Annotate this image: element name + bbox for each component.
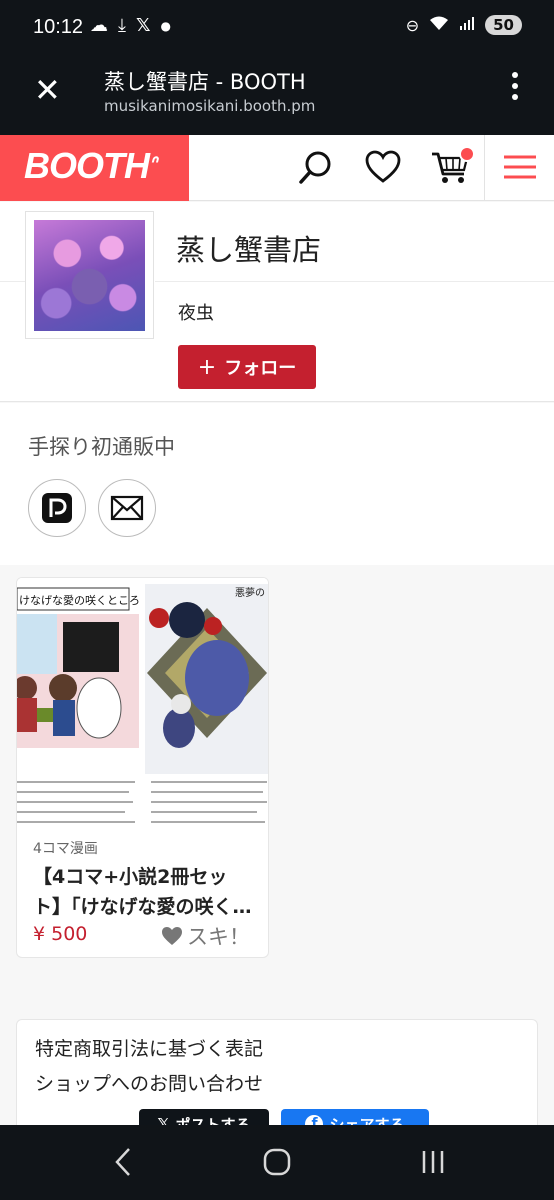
status-time: 10:12 — [33, 16, 84, 38]
download-icon: ⤓ — [118, 15, 126, 36]
share-facebook-button[interactable]: f シェアする — [281, 1109, 429, 1125]
share-facebook-label: シェアする — [329, 1115, 405, 1126]
like-button[interactable]: スキ！ — [161, 921, 250, 951]
contact-link[interactable]: ショップへのお問い合わせ — [35, 1069, 263, 1096]
shop-tagline: 手探り初通販中 — [28, 435, 175, 459]
item-thumbnail[interactable]: けなげな愛の咲くところ 悪夢の — [17, 578, 268, 830]
item-price: ¥ 500 — [33, 923, 88, 945]
booth-logo-text: BOOTH — [24, 145, 150, 186]
search-icon[interactable] — [294, 145, 338, 189]
custom-tab-toolbar: ✕ 蒸し蟹書店 - BOOTH musikanimosikani.booth.p… — [0, 56, 554, 135]
home-icon[interactable] — [262, 1145, 292, 1179]
heart-icon — [162, 927, 182, 945]
heart-icon[interactable] — [361, 145, 405, 189]
follow-label: フォロー — [224, 358, 297, 379]
x-logo-icon: 𝕏 — [135, 15, 151, 36]
status-system-icons: ⊖ 50 — [406, 15, 522, 35]
x-logo-icon: 𝕏 — [157, 1115, 170, 1125]
shop-description: 手探り初通販中 — [0, 403, 554, 565]
status-bar: 10:12 ☁ ⤓ 𝕏 ● ⊖ 50 — [0, 0, 554, 56]
close-icon[interactable]: ✕ — [34, 74, 61, 106]
item-category[interactable]: 4コマ漫画 — [33, 838, 98, 858]
dnd-icon: ⊖ — [405, 15, 420, 35]
tab-page-title: 蒸し蟹書店 - BOOTH — [104, 70, 306, 94]
facebook-icon: f — [305, 1115, 324, 1125]
shop-owner[interactable]: 夜虫 — [178, 299, 214, 325]
header-divider — [484, 135, 485, 201]
wifi-icon — [429, 15, 449, 35]
follow-button[interactable]: + フォロー — [178, 345, 316, 389]
dot-icon: ● — [160, 18, 171, 33]
cat-icon: ᐢ — [149, 153, 157, 175]
shop-avatar-image — [34, 220, 145, 331]
shop-avatar — [25, 211, 154, 339]
hamburger-menu-icon[interactable] — [498, 145, 542, 189]
shop-profile: 蒸し蟹書店 夜虫 + フォロー — [0, 202, 554, 402]
more-options-icon[interactable] — [512, 72, 520, 105]
shop-name: 蒸し蟹書店 — [176, 233, 322, 267]
share-x-label: ポストする — [175, 1115, 251, 1126]
signal-icon — [459, 15, 475, 35]
recent-apps-icon[interactable] — [418, 1145, 448, 1179]
item-card[interactable]: けなげな愛の咲くところ 悪夢の 4コマ漫画 【4コマ+小説2冊セッ ト】「けなげ… — [16, 577, 269, 958]
pixiv-icon — [42, 493, 72, 523]
tab-url: musikanimosikani.booth.pm — [104, 97, 316, 115]
item-title-line1: 【4コマ+小説2冊セッ — [33, 866, 228, 888]
mail-icon — [110, 495, 144, 521]
cart-badge — [459, 146, 475, 162]
booth-header: BOOTHᐢ — [0, 135, 554, 201]
item-title-line2: ト】「けなげな愛の咲く… — [33, 896, 252, 918]
legal-notice-link[interactable]: 特定商取引法に基づく表記 — [35, 1034, 263, 1061]
item-image-caption-2: 悪夢の — [235, 586, 265, 599]
like-label: スキ！ — [187, 925, 250, 949]
system-navigation-bar — [0, 1125, 554, 1200]
booth-logo[interactable]: BOOTHᐢ — [0, 135, 189, 201]
cloud-icon: ☁ — [90, 15, 108, 36]
battery-indicator: 50 — [485, 15, 522, 35]
share-x-button[interactable]: 𝕏 ポストする — [139, 1109, 269, 1125]
page-content: BOOTHᐢ 蒸し蟹書店 夜虫 + フォロー 手探り初通販中 けなげな愛の咲くと… — [0, 135, 554, 1125]
divider — [155, 281, 554, 282]
item-title[interactable]: 【4コマ+小説2冊セッ ト】「けなげな愛の咲く… — [33, 862, 261, 922]
pixiv-link[interactable] — [28, 479, 86, 537]
divider — [0, 281, 25, 282]
status-notification-icons: ☁ ⤓ 𝕏 ● — [90, 15, 171, 36]
plus-icon: + — [197, 354, 217, 380]
shop-footer: 特定商取引法に基づく表記 ショップへのお問い合わせ 𝕏 ポストする f シェアす… — [16, 1019, 538, 1125]
back-icon[interactable] — [110, 1145, 138, 1179]
mail-link[interactable] — [98, 479, 156, 537]
item-image-caption: けなげな愛の咲くところ — [19, 593, 140, 607]
